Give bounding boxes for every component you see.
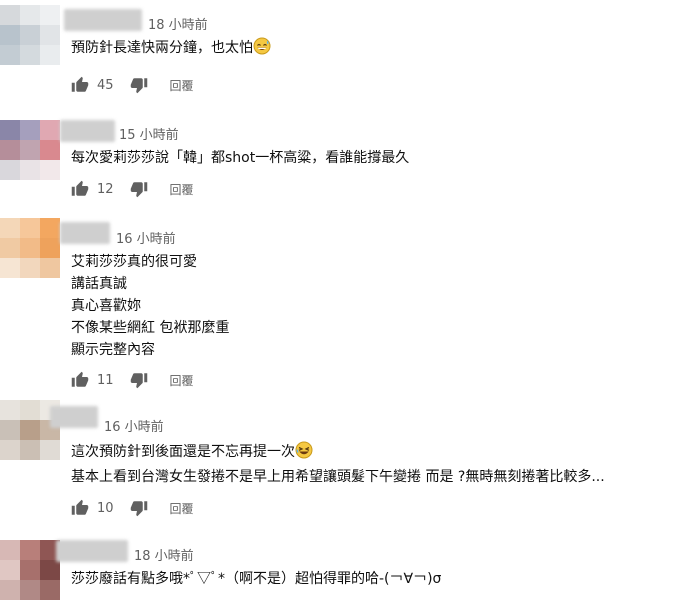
avatar-pixel	[0, 258, 20, 278]
avatar[interactable]	[0, 5, 60, 65]
avatar-pixel	[0, 400, 20, 420]
avatar-pixel	[20, 238, 40, 258]
avatar-pixel	[0, 238, 20, 258]
avatar-pixel	[0, 540, 20, 560]
avatar-pixel	[40, 580, 60, 600]
thumb-up-icon[interactable]	[71, 499, 89, 517]
avatar-pixel	[0, 580, 20, 600]
avatar-pixel	[0, 120, 20, 140]
avatar-pixel	[0, 45, 20, 65]
comment-line: 基本上看到台灣女生發捲不是早上用希望讓頭髮下午變捲 而是 ?無時無刻捲著比較多.…	[71, 469, 605, 485]
comment-line: 真心喜歡妳	[71, 298, 141, 314]
avatar-pixel	[20, 258, 40, 278]
comment-line: 每次愛莉莎莎說「韓」都shot一杯高粱，看誰能撐最久	[71, 150, 410, 166]
comment-time[interactable]: 18 小時前	[148, 14, 208, 33]
comment-line: 預防針長達快兩分鐘，也太怕	[71, 40, 253, 56]
avatar-pixel	[20, 5, 40, 25]
comment-time[interactable]: 16 小時前	[116, 228, 176, 247]
avatar-pixel	[20, 400, 40, 420]
avatar[interactable]	[0, 540, 60, 600]
comment-text: 預防針長達快兩分鐘，也太怕	[71, 37, 271, 62]
thumb-down-icon[interactable]	[130, 180, 148, 198]
reply-button[interactable]: 回覆	[170, 500, 194, 517]
comment-text: 每次愛莉莎莎說「韓」都shot一杯高粱，看誰能撐最久	[71, 147, 409, 169]
avatar-pixel	[40, 140, 60, 160]
show-more-link[interactable]: 顯示完整內容	[71, 339, 229, 361]
comment-line: 艾莉莎莎真的很可愛	[71, 254, 197, 270]
avatar-pixel	[20, 140, 40, 160]
comment-actions: 12 回覆	[71, 177, 194, 201]
avatar-pixel	[20, 440, 40, 460]
author-name-blurred[interactable]	[60, 120, 115, 142]
author-name-blurred[interactable]	[50, 406, 98, 428]
avatar-pixel	[20, 160, 40, 180]
avatar-pixel	[0, 218, 20, 238]
avatar-pixel	[40, 238, 60, 258]
thumb-up-icon[interactable]	[71, 371, 89, 389]
avatar-pixel	[40, 440, 60, 460]
thumb-down-icon[interactable]	[130, 371, 148, 389]
like-count: 11	[97, 372, 114, 388]
like-count: 12	[97, 181, 114, 197]
avatar-pixel	[20, 560, 40, 580]
comment-actions: 11 回覆	[71, 368, 194, 392]
avatar-pixel	[20, 120, 40, 140]
avatar-pixel	[0, 5, 20, 25]
author-name-blurred[interactable]	[60, 222, 110, 244]
avatar-pixel	[0, 25, 20, 45]
comment-text: 艾莉莎莎真的很可愛 講話真誠 真心喜歡妳 不像某些網紅 包袱那麼重 顯示完整內容	[71, 251, 229, 361]
avatar-pixel	[0, 160, 20, 180]
like-count: 10	[97, 500, 114, 516]
thumb-down-icon[interactable]	[130, 499, 148, 517]
avatar-pixel	[40, 560, 60, 580]
thumb-up-icon[interactable]	[71, 180, 89, 198]
comment-line: 講話真誠	[71, 276, 127, 292]
comment-text: 莎莎廢話有點多哦*ﾟ▽ﾟ*（啊不是）超怕得罪的哈-(￢∀￢)σ	[71, 568, 441, 590]
avatar-pixel	[40, 258, 60, 278]
comment-time[interactable]: 16 小時前	[104, 416, 164, 435]
reply-button[interactable]: 回覆	[170, 372, 194, 389]
comment-time[interactable]: 18 小時前	[134, 545, 194, 564]
thumb-up-icon[interactable]	[71, 76, 89, 94]
avatar-pixel	[0, 440, 20, 460]
avatar-pixel	[20, 218, 40, 238]
avatar-pixel	[20, 540, 40, 560]
avatar-pixel	[0, 140, 20, 160]
avatar-pixel	[40, 45, 60, 65]
author-name-blurred[interactable]	[56, 540, 128, 562]
avatar-pixel	[40, 5, 60, 25]
avatar-pixel	[20, 25, 40, 45]
avatar-pixel	[40, 160, 60, 180]
laugh-emoji	[295, 441, 313, 466]
grin-sweat-emoji	[253, 37, 271, 62]
thumb-down-icon[interactable]	[130, 76, 148, 94]
comment-time[interactable]: 15 小時前	[119, 124, 179, 143]
comment-actions: 45 回覆	[71, 73, 194, 97]
avatar-pixel	[20, 580, 40, 600]
avatar-pixel	[0, 420, 20, 440]
comment-actions: 10 回覆	[71, 496, 194, 520]
avatar[interactable]	[0, 218, 60, 278]
comment-line: 這次預防針到後面還是不忘再提一次	[71, 444, 295, 460]
comment-line: 不像某些網紅 包袱那麼重	[71, 320, 230, 336]
reply-button[interactable]: 回覆	[170, 181, 194, 198]
author-name-blurred[interactable]	[64, 9, 142, 31]
avatar-pixel	[20, 420, 40, 440]
avatar-pixel	[40, 218, 60, 238]
comment-text: 這次預防針到後面還是不忘再提一次 基本上看到台灣女生發捲不是早上用希望讓頭髮下午…	[71, 441, 605, 488]
avatar-pixel	[20, 45, 40, 65]
avatar[interactable]	[0, 120, 60, 180]
avatar-pixel	[0, 560, 20, 580]
comment-line: 莎莎廢話有點多哦*ﾟ▽ﾟ*（啊不是）超怕得罪的哈-(￢∀￢)σ	[71, 571, 442, 587]
reply-button[interactable]: 回覆	[170, 77, 194, 94]
avatar-pixel	[40, 25, 60, 45]
avatar-pixel	[40, 120, 60, 140]
like-count: 45	[97, 77, 114, 93]
